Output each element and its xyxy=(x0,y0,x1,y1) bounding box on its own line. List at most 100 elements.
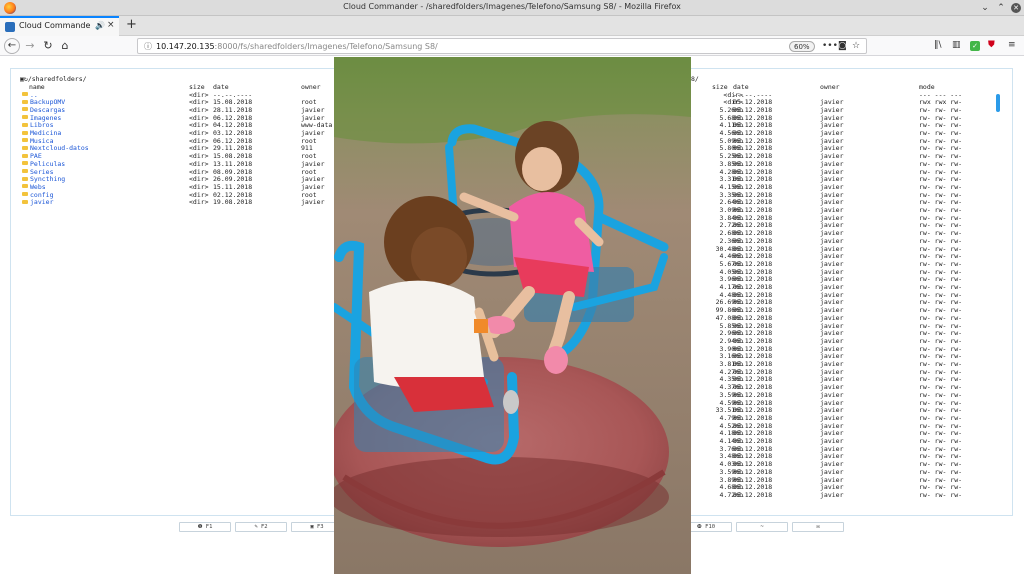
file-row[interactable]: 3.90mb 05.12.2018 javier rw- rw- rw- xyxy=(691,345,991,353)
file-row[interactable]: Webs <dir> 15.11.2018 javier xyxy=(20,183,350,191)
file-row[interactable]: 3.16mb 05.12.2018 javier rw- rw- rw- xyxy=(691,352,991,360)
file-row[interactable]: 3.31mb 05.12.2018 javier rw- rw- rw- xyxy=(691,175,991,183)
close-window-icon[interactable]: ✕ xyxy=(1011,3,1021,13)
f1-help-button[interactable]: ❶ F1 xyxy=(179,522,231,532)
file-row[interactable]: 4.56mb 05.12.2018 javier rw- rw- rw- xyxy=(691,129,991,137)
file-row[interactable]: 5.09mb 05.12.2018 javier rw- rw- rw- xyxy=(691,137,991,145)
file-row[interactable]: Medicina <dir> 03.12.2018 javier xyxy=(20,129,350,137)
sidebar-icon[interactable]: ▥ xyxy=(952,40,961,50)
image-viewer[interactable] xyxy=(334,57,691,574)
library-icon[interactable]: ‖\ xyxy=(934,40,942,50)
site-info-icon[interactable]: ⓘ xyxy=(144,41,152,52)
file-row[interactable]: Imagenes <dir> 06.12.2018 javier xyxy=(20,114,350,122)
file-row[interactable]: 99.86mb 05.12.2018 javier rw- rw- rw- xyxy=(691,306,991,314)
file-row[interactable]: 30.48mb 05.12.2018 javier rw- rw- rw- xyxy=(691,245,991,253)
home-button[interactable]: ⌂ xyxy=(57,38,73,54)
pocket-icon[interactable]: ◙ xyxy=(838,41,847,51)
maximize-icon[interactable]: ⌃ xyxy=(996,3,1006,13)
file-row[interactable]: 4.14mb 05.12.2018 javier rw- rw- rw- xyxy=(691,437,991,445)
tab-cloud-commander[interactable]: Cloud Commander - /sh 🔊 × xyxy=(0,16,119,36)
file-row[interactable]: <dir> --.--.---- --- --- --- xyxy=(691,91,991,99)
console-button[interactable]: ~ xyxy=(736,522,788,532)
file-row[interactable]: 4.72mb 05.12.2018 javier rw- rw- rw- xyxy=(691,491,991,499)
file-row[interactable]: 3.81mb 05.12.2018 javier rw- rw- rw- xyxy=(691,360,991,368)
file-row[interactable]: Peliculas <dir> 13.11.2018 javier xyxy=(20,160,350,168)
extension-shield-icon[interactable]: ⛊ xyxy=(988,40,995,50)
file-row[interactable]: 3.09mb 05.12.2018 javier rw- rw- rw- xyxy=(691,206,991,214)
file-row[interactable]: 4.79mb 05.12.2018 javier rw- rw- rw- xyxy=(691,414,991,422)
file-row[interactable]: 5.85mb 05.12.2018 javier rw- rw- rw- xyxy=(691,322,991,330)
file-row[interactable]: 3.59mb 05.12.2018 javier rw- rw- rw- xyxy=(691,468,991,476)
file-row[interactable]: 2.94mb 05.12.2018 javier rw- rw- rw- xyxy=(691,337,991,345)
file-row[interactable]: 4.28mb 05.12.2018 javier rw- rw- rw- xyxy=(691,168,991,176)
file-row[interactable]: 2.36mb 05.12.2018 javier rw- rw- rw- xyxy=(691,237,991,245)
back-button[interactable]: ← xyxy=(4,38,20,54)
f2-rename-button[interactable]: ✎ F2 xyxy=(235,522,287,532)
file-row[interactable]: 4.35mb 05.12.2018 javier rw- rw- rw- xyxy=(691,375,991,383)
file-row[interactable]: Nextcloud-datos <dir> 29.11.2018 911 xyxy=(20,144,350,152)
left-path-text: /sharedfolders/ xyxy=(27,75,87,83)
file-row[interactable]: 2.68mb 05.12.2018 javier rw- rw- rw- xyxy=(691,229,991,237)
file-row[interactable]: 4.59mb 05.12.2018 javier rw- rw- rw- xyxy=(691,399,991,407)
url-text[interactable]: 10.147.20.135:8000/fs/sharedfolders/Imag… xyxy=(156,42,438,51)
file-row[interactable]: 5.26mb 05.12.2018 javier rw- rw- rw- xyxy=(691,106,991,114)
file-row[interactable]: javier <dir> 19.08.2018 javier xyxy=(20,198,350,206)
file-row[interactable]: 26.69mb 05.12.2018 javier rw- rw- rw- xyxy=(691,298,991,306)
file-row[interactable]: 4.17mb 05.12.2018 javier rw- rw- rw- xyxy=(691,283,991,291)
file-row[interactable]: 3.59mb 05.12.2018 javier rw- rw- rw- xyxy=(691,391,991,399)
file-row[interactable]: 4.03mb 05.12.2018 javier rw- rw- rw- xyxy=(691,460,991,468)
file-row[interactable]: 33.51mb 05.12.2018 javier rw- rw- rw- xyxy=(691,406,991,414)
file-row[interactable]: 5.25mb 05.12.2018 javier rw- rw- rw- xyxy=(691,152,991,160)
file-row[interactable]: 3.35mb 05.12.2018 javier rw- rw- rw- xyxy=(691,191,991,199)
file-row[interactable]: Syncthing <dir> 26.09.2018 javier xyxy=(20,175,350,183)
file-row[interactable]: 3.89mb 05.12.2018 javier rw- rw- rw- xyxy=(691,476,991,484)
file-row[interactable]: 5.68mb 05.12.2018 javier rw- rw- rw- xyxy=(691,114,991,122)
hamburger-menu-icon[interactable]: ≡ xyxy=(1008,40,1016,50)
contact-button[interactable]: ✉ xyxy=(792,522,844,532)
right-panel-scrollbar[interactable] xyxy=(996,94,1000,112)
file-row[interactable]: 3.85mb 05.12.2018 javier rw- rw- rw- xyxy=(691,160,991,168)
file-row[interactable]: 3.48mb 05.12.2018 javier rw- rw- rw- xyxy=(691,452,991,460)
new-tab-button[interactable]: + xyxy=(126,17,137,32)
file-row[interactable]: 5.67mb 05.12.2018 javier rw- rw- rw- xyxy=(691,260,991,268)
file-row[interactable]: 2.96mb 05.12.2018 javier rw- rw- rw- xyxy=(691,329,991,337)
file-row[interactable]: 4.48mb 05.12.2018 javier rw- rw- rw- xyxy=(691,291,991,299)
file-row[interactable]: BackupOMV <dir> 15.08.2018 root xyxy=(20,98,350,106)
file-row[interactable]: 3.84mb 05.12.2018 javier rw- rw- rw- xyxy=(691,214,991,222)
file-row[interactable]: PAE <dir> 15.08.2018 root xyxy=(20,152,350,160)
zoom-level-badge[interactable]: 60% xyxy=(789,41,815,52)
file-row[interactable]: Libros <dir> 04.12.2018 www-data xyxy=(20,121,350,129)
file-row[interactable]: 3.96mb 05.12.2018 javier rw- rw- rw- xyxy=(691,275,991,283)
file-row[interactable]: <dir> 05.12.2018 javier rwx rwx rw- xyxy=(691,98,991,106)
file-row[interactable]: 4.27mb 05.12.2018 javier rw- rw- rw- xyxy=(691,368,991,376)
file-row[interactable]: Musica <dir> 06.12.2018 root xyxy=(20,137,350,145)
bookmark-star-icon[interactable]: ☆ xyxy=(852,41,860,51)
window-titlebar: Cloud Commander - /sharedfolders/Imagene… xyxy=(0,0,1024,16)
file-row[interactable]: 4.46mb 05.12.2018 javier rw- rw- rw- xyxy=(691,252,991,260)
file-row[interactable]: 2.72mb 05.12.2018 javier rw- rw- rw- xyxy=(691,221,991,229)
file-row[interactable]: 2.64mb 05.12.2018 javier rw- rw- rw- xyxy=(691,198,991,206)
url-bar[interactable]: ⓘ 10.147.20.135:8000/fs/sharedfolders/Im… xyxy=(137,38,867,54)
file-row[interactable]: Descargas <dir> 28.11.2018 javier xyxy=(20,106,350,114)
file-row[interactable]: 4.37mb 05.12.2018 javier rw- rw- rw- xyxy=(691,383,991,391)
extension-green-icon[interactable]: ✓ xyxy=(970,41,980,51)
file-row[interactable]: .. <dir> --.--.---- xyxy=(20,91,350,99)
file-row[interactable]: 3.76mb 05.12.2018 javier rw- rw- rw- xyxy=(691,445,991,453)
page-actions-icon[interactable]: ••• xyxy=(822,41,838,51)
file-row[interactable]: 47.08mb 05.12.2018 javier rw- rw- rw- xyxy=(691,314,991,322)
file-row[interactable]: Series <dir> 08.09.2018 root xyxy=(20,168,350,176)
file-row[interactable]: 4.05mb 05.12.2018 javier rw- rw- rw- xyxy=(691,268,991,276)
file-row[interactable]: 4.52mb 05.12.2018 javier rw- rw- rw- xyxy=(691,422,991,430)
file-row[interactable]: 4.68mb 05.12.2018 javier rw- rw- rw- xyxy=(691,483,991,491)
speaker-icon[interactable]: 🔊 xyxy=(95,21,105,30)
tab-close-icon[interactable]: × xyxy=(107,20,115,30)
file-row[interactable]: 4.18mb 05.12.2018 javier rw- rw- rw- xyxy=(691,429,991,437)
file-row[interactable]: 4.11mb 05.12.2018 javier rw- rw- rw- xyxy=(691,121,991,129)
minimize-icon[interactable]: ⌄ xyxy=(980,3,990,13)
reload-button[interactable]: ↻ xyxy=(40,38,56,54)
file-row[interactable]: config <dir> 02.12.2018 root xyxy=(20,191,350,199)
forward-button[interactable]: → xyxy=(22,38,38,54)
file-row[interactable]: 5.80mb 05.12.2018 javier rw- rw- rw- xyxy=(691,144,991,152)
file-name-link[interactable]: javier xyxy=(30,198,53,206)
file-row[interactable]: 4.15mb 05.12.2018 javier rw- rw- rw- xyxy=(691,183,991,191)
